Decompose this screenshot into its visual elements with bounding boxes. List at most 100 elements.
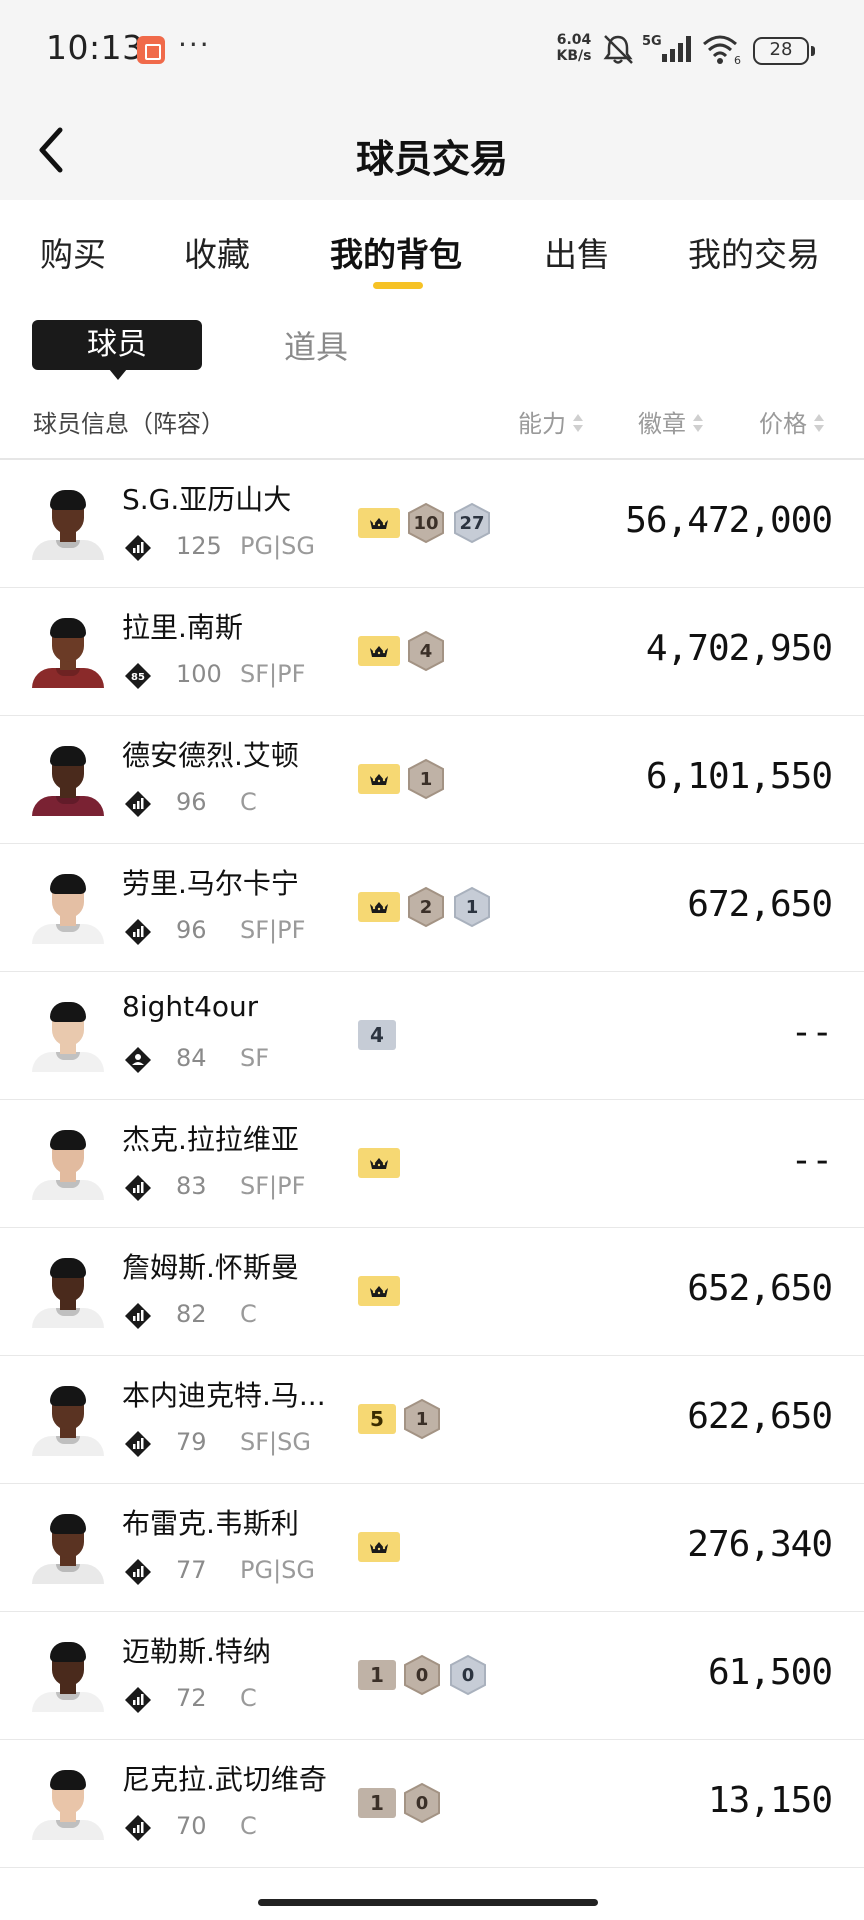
hex-badge-count: 27 (459, 512, 485, 534)
rank-bars-icon (124, 1686, 152, 1714)
player-avatar (32, 488, 104, 560)
player-name: 詹姆斯.怀斯曼 (122, 1251, 299, 1284)
wifi-icon: 6 (703, 35, 741, 66)
player-row[interactable]: 劳里.马尔卡宁 96 SF|PF 2 1 672,650 (0, 844, 864, 972)
signal-icon: 5G (642, 34, 691, 62)
rank-bars-icon (124, 1814, 152, 1842)
crown-badge (358, 1276, 400, 1306)
ability-badge: 1 (358, 1788, 396, 1818)
column-ability-label: 能力 (518, 410, 566, 438)
subtab-players[interactable]: 球员 (32, 320, 202, 380)
hex-badge-count: 0 (415, 1792, 429, 1814)
crown-icon (370, 646, 388, 657)
badge-group (358, 1142, 400, 1184)
column-price-sort[interactable]: 价格 (759, 404, 825, 439)
rank-bars-icon (124, 790, 152, 818)
header: 球员交易 (0, 100, 864, 200)
status-time: 10:13 (46, 28, 144, 67)
rank-bars-icon (124, 1430, 152, 1458)
player-row[interactable]: 尼克拉.武切维奇 70 C 1 0 13,150 (0, 1740, 864, 1868)
hex-badge: 0 (402, 1782, 442, 1824)
hex-badge-count: 1 (415, 1408, 429, 1430)
tab-sell[interactable]: 出售 (544, 228, 610, 276)
player-price: 13,150 (707, 1780, 833, 1821)
crown-icon (370, 518, 388, 529)
player-position: PG|SG (240, 532, 315, 560)
mute-icon (603, 35, 633, 64)
hex-badge: 10 (406, 502, 446, 544)
player-row[interactable]: 詹姆斯.怀斯曼 82 C 652,650 (0, 1228, 864, 1356)
player-row[interactable]: 迈勒斯.特纳 72 C 1 0 0 61,500 (0, 1612, 864, 1740)
battery-icon: 28 (753, 37, 815, 65)
hex-badge: 1 (452, 886, 492, 928)
column-badge-sort[interactable]: 徽章 (638, 404, 704, 439)
badge-group: 10 27 (358, 502, 492, 544)
hex-badge-count: 4 (419, 640, 433, 662)
player-ovr: 70 (176, 1812, 207, 1840)
tab-bar: 购买 收藏 我的背包 出售 我的交易 (0, 200, 864, 300)
player-position: SF|PF (240, 1172, 306, 1200)
player-row[interactable]: 拉里.南斯 85 100 SF|PF 4 4,702,950 (0, 588, 864, 716)
ability-badge: 4 (358, 1020, 396, 1050)
tab-buy[interactable]: 购买 (40, 228, 106, 276)
player-avatar (32, 1640, 104, 1712)
player-avatar (32, 872, 104, 944)
player-ovr: 72 (176, 1684, 207, 1712)
home-indicator[interactable] (258, 1899, 598, 1906)
ability-badge: 1 (358, 1660, 396, 1690)
player-row[interactable]: 布雷克.韦斯利 77 PG|SG 276,340 (0, 1484, 864, 1612)
player-position: SF|PF (240, 916, 306, 944)
player-avatar (32, 1384, 104, 1456)
crown-icon (370, 774, 388, 785)
player-row[interactable]: S.G.亚历山大 125 PG|SG 10 27 56,472,000 (0, 460, 864, 588)
badge-group: 1 (358, 758, 446, 800)
column-badge-label: 徽章 (638, 410, 686, 438)
rank-bars-icon (124, 1302, 152, 1330)
player-ovr: 96 (176, 788, 207, 816)
player-price: 56,472,000 (625, 500, 833, 541)
player-price: 672,650 (687, 884, 833, 925)
tab-my-trades[interactable]: 我的交易 (688, 228, 820, 276)
hex-badge: 1 (402, 1398, 442, 1440)
player-avatar (32, 744, 104, 816)
active-tab-indicator (373, 282, 423, 289)
crown-badge (358, 508, 400, 538)
hex-badge: 0 (448, 1654, 488, 1696)
player-ovr: 100 (176, 660, 222, 688)
badge-group (358, 1526, 400, 1568)
rank-number: 85 (131, 672, 145, 683)
subtab-items[interactable]: 道具 (284, 322, 348, 368)
crown-icon (370, 1158, 388, 1169)
tab-my-backpack[interactable]: 我的背包 (330, 228, 462, 276)
player-avatar (32, 1512, 104, 1584)
player-price: 61,500 (707, 1652, 833, 1693)
crown-badge (358, 764, 400, 794)
player-row[interactable]: 8ight4our 84 SF 4 -- (0, 972, 864, 1100)
network-speed: 6.04 KB/s (551, 32, 597, 64)
player-avatar (32, 1256, 104, 1328)
column-ability-sort[interactable]: 能力 (518, 404, 584, 439)
player-name: 迈勒斯.特纳 (122, 1635, 271, 1668)
player-row[interactable]: 杰克.拉拉维亚 83 SF|PF -- (0, 1100, 864, 1228)
more-notifications-icon: ··· (178, 28, 211, 61)
player-row[interactable]: 本内迪克特.马... 79 SF|SG 5 1 622,650 (0, 1356, 864, 1484)
player-name: 8ight4our (122, 990, 259, 1023)
hex-badge: 27 (452, 502, 492, 544)
hex-badge-count: 1 (419, 768, 433, 790)
badge-group: 51 (358, 1398, 442, 1440)
player-position: SF|SG (240, 1428, 311, 1456)
status-bar: 10:13 ··· 6.04 KB/s 5G 6 28 (0, 0, 864, 100)
badge-group (358, 1270, 400, 1312)
rank-person-icon (124, 1046, 152, 1074)
player-row[interactable]: 德安德烈.艾顿 96 C 1 6,101,550 (0, 716, 864, 844)
hex-badge: 4 (406, 630, 446, 672)
player-price: 652,650 (687, 1268, 833, 1309)
player-ovr: 82 (176, 1300, 207, 1328)
crown-badge (358, 636, 400, 666)
player-name: 拉里.南斯 (122, 611, 243, 644)
tab-favorites[interactable]: 收藏 (184, 228, 250, 276)
player-position: C (240, 1812, 257, 1840)
page-title: 球员交易 (355, 137, 508, 181)
hex-badge: 1 (406, 758, 446, 800)
player-price: 276,340 (687, 1524, 833, 1565)
